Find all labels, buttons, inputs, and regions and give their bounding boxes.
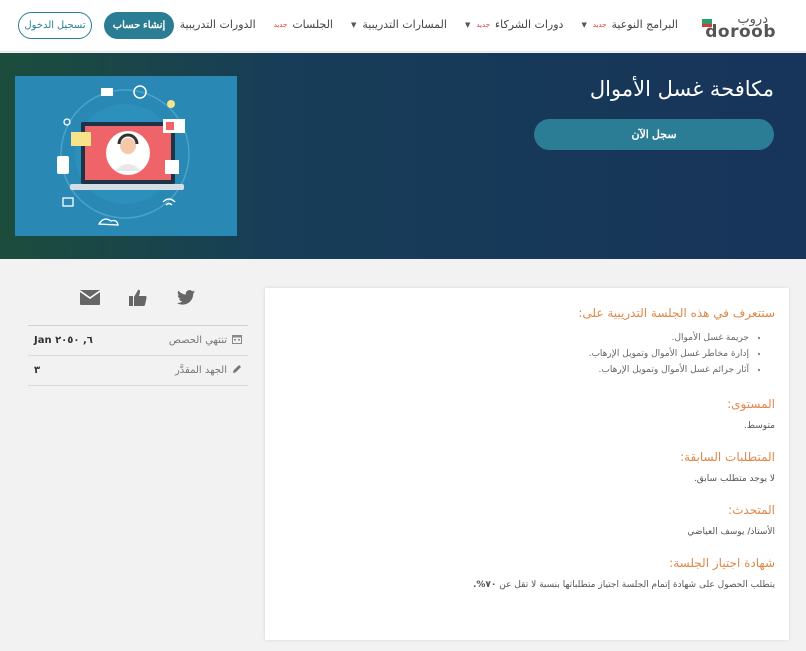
certificate-text: يتطلب الحصول على شهادة إتمام الجلسة اجتي…	[279, 580, 775, 590]
new-badge: جديد	[592, 20, 607, 29]
new-badge: جديد	[273, 20, 288, 29]
new-badge: جديد	[476, 20, 490, 29]
mail-icon[interactable]	[80, 289, 100, 307]
chevron-down-icon: ▼	[464, 20, 471, 29]
nav-courses[interactable]: الدورات التدريبية ▼	[168, 18, 256, 31]
nav-programs-label: البرامج النوعية	[611, 18, 678, 31]
pencil-icon	[232, 364, 242, 377]
end-date-label: تنتهي الحصص	[169, 334, 242, 347]
nav-programs[interactable]: البرامج النوعية جديد ▼	[581, 18, 678, 31]
twitter-icon[interactable]	[176, 289, 196, 307]
level-section: المستوى: متوسط.	[279, 397, 775, 431]
effort-label: الجهد المقدَّر	[175, 364, 242, 377]
effort-value: ٣	[34, 365, 41, 376]
like-icon[interactable]	[128, 289, 148, 307]
learn-list: جريمة غسل الأموال. إدارة مخاطر غسل الأمو…	[279, 330, 775, 378]
hero-banner: مكافحة غسل الأموال سجل الآن	[0, 53, 806, 259]
learn-title: ستتعرف في هذه الجلسة التدريبية على:	[578, 306, 775, 320]
prereq-value: لا يوجد متطلب سابق.	[693, 474, 775, 484]
page-title: مكافحة غسل الأموال	[589, 77, 774, 101]
doroob-logo[interactable]: دروب doroob	[700, 12, 776, 42]
nav-paths[interactable]: المسارات التدريبية ▼	[351, 18, 447, 31]
certificate-title: شهادة اجتياز الجلسة:	[669, 556, 775, 570]
course-sidebar: Jan ٦, ٢٠٥٠ تنتهي الحصص ٣ الجهد المقدَّر	[28, 284, 248, 386]
calendar-icon	[232, 334, 242, 347]
list-item: جريمة غسل الأموال.	[279, 330, 749, 346]
logo-latin: doroob	[705, 22, 776, 42]
certificate-section: شهادة اجتياز الجلسة: يتطلب الحصول على شه…	[279, 556, 775, 590]
speaker-title: المتحدث:	[728, 503, 775, 517]
nav-partners-label: دورات الشركاء	[494, 18, 564, 31]
illustration-svg	[57, 85, 190, 226]
nav-partners[interactable]: دورات الشركاء جديد ▼	[465, 18, 564, 31]
course-details-card: ستتعرف في هذه الجلسة التدريبية على: جريم…	[265, 288, 789, 640]
register-now-button[interactable]: سجل الآن	[534, 119, 774, 150]
speaker-section: المتحدث: الأستاذ/ يوسف العياضي	[279, 503, 775, 537]
prereq-title: المتطلبات السابقة:	[680, 450, 775, 464]
info-row-end-date: Jan ٦, ٢٠٥٠ تنتهي الحصص	[28, 326, 248, 356]
learn-section: ستتعرف في هذه الجلسة التدريبية على: جريم…	[279, 306, 775, 378]
main-nav: الدورات التدريبية ▼ الجلسات جديد المسارا…	[168, 18, 678, 31]
list-item: إدارة مخاطر غسل الأموال وتمويل الإرهاب.	[279, 346, 749, 362]
nav-paths-label: المسارات التدريبية	[362, 18, 447, 31]
nav-sessions-label: الجلسات	[292, 18, 333, 31]
login-button[interactable]: تسجيل الدخول	[18, 12, 92, 39]
top-header: دروب doroob الدورات التدريبية ▼ الجلسات …	[0, 0, 806, 52]
effort-label-text: الجهد المقدَّر	[174, 365, 227, 376]
course-illustration	[15, 76, 237, 236]
prereq-section: المتطلبات السابقة: لا يوجد متطلب سابق.	[279, 450, 775, 484]
chevron-down-icon: ▼	[581, 20, 587, 29]
list-item: آثار جرائم غسل الأموال وتمويل الإرهاب.	[279, 362, 749, 378]
end-date-label-text: تنتهي الحصص	[168, 335, 227, 346]
signup-button[interactable]: إنشاء حساب	[104, 12, 174, 39]
chevron-down-icon: ▼	[350, 20, 357, 29]
nav-sessions[interactable]: الجلسات جديد	[274, 18, 333, 31]
nav-courses-label: الدورات التدريبية	[179, 18, 256, 31]
info-row-effort: ٣ الجهد المقدَّر	[28, 356, 248, 386]
end-date-value: Jan ٦, ٢٠٥٠	[34, 335, 93, 346]
certificate-percent: ٧٠%.	[472, 580, 497, 590]
level-value: متوسط.	[743, 421, 775, 431]
certificate-value: يتطلب الحصول على شهادة إتمام الجلسة اجتي…	[496, 580, 775, 590]
speaker-value: الأستاذ/ يوسف العياضي	[687, 527, 775, 537]
level-title: المستوى:	[727, 397, 775, 411]
share-row	[28, 284, 248, 326]
